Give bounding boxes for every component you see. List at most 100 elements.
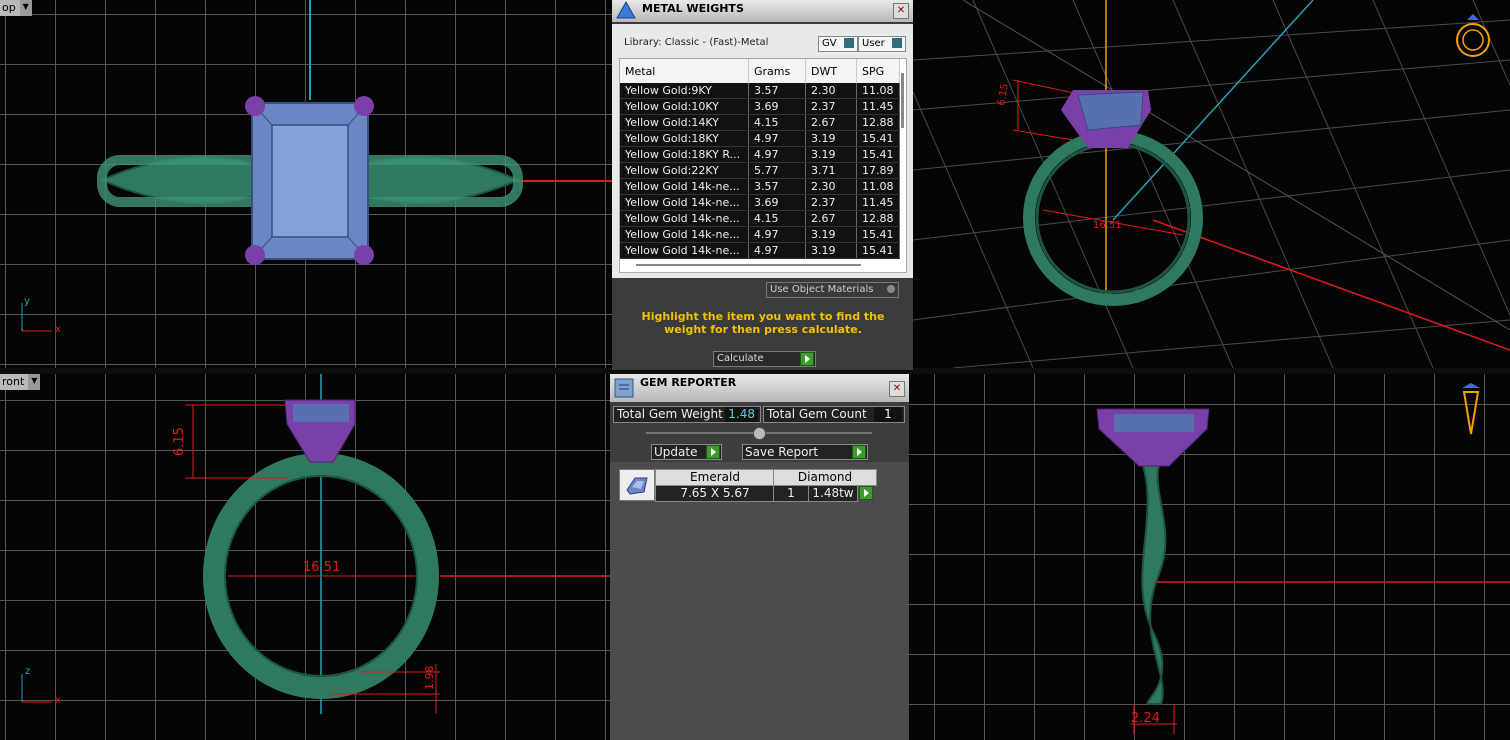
use-object-materials-toggle[interactable]: Use Object Materials (766, 282, 899, 298)
axis-x-label: x (55, 324, 61, 335)
table-row[interactable]: Yellow Gold:18KY 4.97 3.19 15.41 (620, 130, 900, 147)
table-cell: 4.15 (748, 114, 806, 131)
gv-toggle[interactable]: GV (818, 36, 858, 52)
gem-count-value: 1 (773, 485, 809, 502)
close-icon[interactable]: ✕ (893, 3, 909, 19)
toggle-indicator-icon (891, 38, 902, 48)
right-viewport[interactable]: 2.24 (909, 374, 1510, 740)
table-cell: 2.30 (805, 83, 857, 99)
table-cell: Yellow Gold:18KY (620, 130, 749, 147)
table-row[interactable]: Yellow Gold:18KY R... 4.97 3.19 15.41 (620, 146, 900, 163)
col-header-spg[interactable]: SPG (856, 59, 900, 83)
table-cell: 15.41 (856, 242, 900, 259)
table-cell: 4.97 (748, 146, 806, 163)
table-cell: 2.37 (805, 98, 857, 115)
library-label: Library: Classic - (Fast)-Metal (624, 37, 769, 48)
persp-diameter-label: 16.51 (1093, 220, 1122, 231)
calculate-button[interactable]: Calculate (713, 351, 816, 367)
chevron-down-icon[interactable]: ▼ (19, 0, 32, 16)
table-cell: 15.41 (856, 130, 900, 147)
axis-z-label: z (25, 666, 31, 677)
table-cell: 2.37 (805, 194, 857, 211)
metal-weights-titlebar[interactable]: METAL WEIGHTS ✕ (612, 0, 913, 22)
table-row[interactable]: Yellow Gold 14k-ne... 4.15 2.67 12.88 (620, 210, 900, 227)
update-button[interactable]: Update (651, 444, 722, 460)
col-header-dwt[interactable]: DWT (805, 59, 857, 83)
metal-table-container[interactable]: Metal Grams DWT SPG Yellow Gold:9KY 3.57 2… (619, 58, 907, 273)
table-cell: 4.97 (748, 242, 806, 259)
metal-table: Metal Grams DWT SPG Yellow Gold:9KY 3.57 2… (620, 59, 900, 259)
table-cell: 3.19 (805, 242, 857, 259)
save-report-label: Save Report (745, 445, 819, 459)
gem-select-button[interactable] (859, 486, 873, 500)
toggle-indicator-icon (843, 38, 854, 48)
table-cell: 3.69 (748, 98, 806, 115)
table-cell: 12.88 (856, 114, 900, 131)
table-row[interactable]: Yellow Gold 14k-ne... 3.57 2.30 11.08 (620, 178, 900, 195)
horizontal-scrollbar[interactable] (636, 264, 861, 266)
emerald-gem-icon (626, 477, 648, 495)
ring-icon (1456, 23, 1490, 57)
table-row[interactable]: Yellow Gold:22KY 5.77 3.71 17.89 (620, 162, 900, 179)
gem-entry-row[interactable]: Emerald Diamond 7.65 X 5.67 1 1.48tw (619, 468, 877, 502)
user-toggle[interactable]: User (858, 36, 906, 52)
metal-weights-title: METAL WEIGHTS (642, 2, 744, 15)
table-cell: 11.45 (856, 98, 900, 115)
ring-diameter-label: 16.51 (303, 560, 340, 575)
table-cell: 3.57 (748, 83, 806, 99)
table-cell: Yellow Gold:22KY (620, 162, 749, 179)
prong-height-label: 6.15 (172, 427, 187, 456)
use-object-materials-label: Use Object Materials (770, 284, 874, 295)
table-row[interactable]: Yellow Gold 14k-ne... 3.69 2.37 11.45 (620, 194, 900, 211)
table-cell: 2.30 (805, 178, 857, 195)
front-viewport[interactable]: 6.15 16.51 1.98 ront ▼ z x (0, 374, 610, 740)
vertical-scrollbar[interactable] (901, 73, 904, 128)
col-header-grams[interactable]: Grams (748, 59, 806, 83)
col-header-metal[interactable]: Metal (620, 59, 749, 83)
table-cell: 17.89 (856, 162, 900, 179)
perspective-viewport[interactable]: 6.15 16.51 (913, 0, 1510, 368)
table-cell: 4.97 (748, 226, 806, 243)
table-cell: 4.15 (748, 210, 806, 227)
table-cell: 5.77 (748, 162, 806, 179)
gem-reporter-title: GEM REPORTER (640, 376, 737, 389)
table-cell: Yellow Gold 14k-ne... (620, 194, 749, 211)
play-icon (852, 445, 866, 459)
perspective-canvas: 6.15 16.51 (913, 0, 1510, 368)
close-icon[interactable]: ✕ (889, 381, 905, 397)
play-icon (800, 352, 814, 366)
gem-name-header: Emerald (655, 469, 775, 486)
gem-thumbnail[interactable] (619, 469, 655, 501)
front-viewport-label-text: ront (2, 375, 25, 388)
metal-weights-content: Library: Classic - (Fast)-Metal GV User … (612, 24, 913, 278)
front-viewport-label[interactable]: ront ▼ (0, 374, 41, 390)
gem-reporter-titlebar[interactable]: GEM REPORTER ✕ (610, 374, 909, 402)
table-row[interactable]: Yellow Gold 14k-ne... 4.97 3.19 15.41 (620, 226, 900, 243)
chevron-down-icon[interactable]: ▼ (28, 374, 41, 390)
slider-handle[interactable] (753, 427, 766, 440)
total-gem-count-label: Total Gem Count (767, 407, 867, 421)
ring-band-perspective (1023, 130, 1203, 306)
gem-weight-value: 1.48tw (808, 485, 858, 502)
table-row[interactable]: Yellow Gold:9KY 3.57 2.30 11.08 (620, 83, 900, 99)
user-label: User (862, 38, 885, 49)
table-row[interactable]: Yellow Gold:10KY 3.69 2.37 11.45 (620, 98, 900, 115)
save-report-button[interactable]: Save Report (742, 444, 868, 460)
top-viewport-label[interactable]: op ▼ (0, 0, 32, 16)
table-cell: Yellow Gold:10KY (620, 98, 749, 115)
table-cell: Yellow Gold 14k-ne... (620, 242, 749, 259)
table-row[interactable]: Yellow Gold 14k-ne... 4.97 3.19 15.41 (620, 242, 900, 259)
radio-icon (887, 285, 895, 293)
table-cell: 3.19 (805, 226, 857, 243)
table-cell: 15.41 (856, 226, 900, 243)
axis-y-label: y (24, 296, 30, 307)
gem-type-header: Diamond (773, 469, 877, 486)
table-cell: 11.08 (856, 83, 900, 99)
gem-size-value: 7.65 X 5.67 (655, 485, 775, 502)
table-cell: Yellow Gold:18KY R... (620, 146, 749, 163)
update-label: Update (654, 445, 698, 459)
table-row[interactable]: Yellow Gold:14KY 4.15 2.67 12.88 (620, 114, 900, 131)
metal-weights-logo-icon (616, 0, 636, 19)
table-cell: 4.97 (748, 130, 806, 147)
top-viewport[interactable]: op ▼ y x (0, 0, 612, 368)
